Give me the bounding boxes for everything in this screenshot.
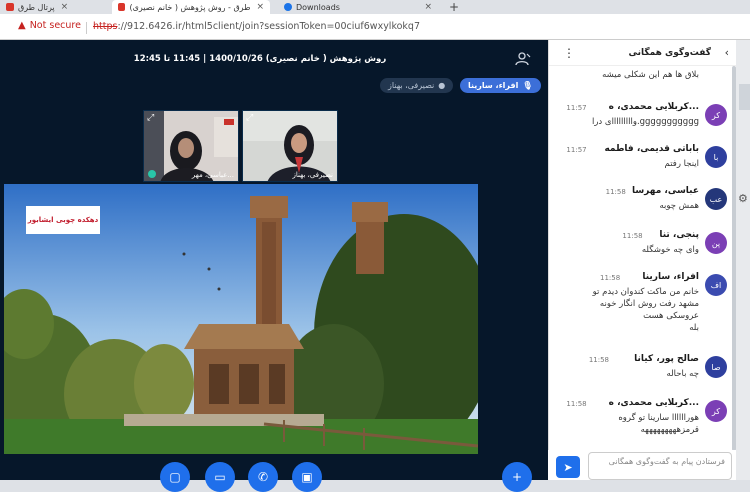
side-panel-item[interactable] xyxy=(739,84,750,110)
message-text: هوراااااا سارینا تو گروه xyxy=(618,413,699,423)
close-icon[interactable]: × xyxy=(61,2,69,12)
more-options-icon[interactable]: ⋮ xyxy=(563,46,575,60)
close-icon[interactable]: × xyxy=(424,2,432,12)
users-icon[interactable] xyxy=(515,52,531,66)
message-sender: پنجی، تنا xyxy=(659,230,699,240)
screen-button[interactable]: ▣ xyxy=(292,462,322,492)
message-sender: صالح پور، کیانا xyxy=(634,354,699,364)
tab-label: Downloads xyxy=(296,2,340,12)
url-field[interactable]: https://912.6426.ir/html5client/join?ses… xyxy=(93,21,420,32)
mic-icon: ● xyxy=(438,81,446,90)
webcam-name: عباسی، مهر... xyxy=(191,171,234,179)
meeting-title: روش پژوهش ( خانم نصیری) 1400/10/26 | 11:… xyxy=(133,54,387,64)
mic-icon: 🎙 xyxy=(522,81,533,90)
send-button[interactable]: ➤ xyxy=(556,456,580,478)
message-text: خانم من ماکت کندوان دیدم تو xyxy=(592,287,699,297)
webcam-tile[interactable]: ⤢ عباسی، مهر... xyxy=(143,110,239,182)
talking-name: نصیرفی، بهناز xyxy=(388,81,435,90)
message-sender: عباسی، مهرسا xyxy=(631,186,699,196)
chat-title: گفت‌وگوی همگانی xyxy=(628,48,711,58)
message-time: 11:58 xyxy=(566,400,587,408)
message-time: 11:57 xyxy=(566,104,587,112)
gear-icon[interactable]: ⚙ xyxy=(738,192,748,205)
tab-label: پرتال طرق xyxy=(18,2,55,12)
avatar: کر xyxy=(705,400,727,422)
tab-downloads[interactable]: Downloads × xyxy=(278,0,438,14)
message-time: 11:58 xyxy=(600,274,621,282)
screenshare-watermark: دهکده چوبی ایشابور xyxy=(26,206,100,234)
chat-panel: ⋮ گفت‌وگوی همگانی ‹ بلاق ها هم این شکلی … xyxy=(548,40,737,480)
avatar: صا xyxy=(705,356,727,378)
message-text: بلاق ها هم این شکلی میشه xyxy=(602,70,699,80)
url-text: ://912.6426.ir/html5client/join?sessionT… xyxy=(117,21,421,32)
chat-messages: بلاق ها هم این شکلی میشه کر کربلایی محمدی،… xyxy=(549,66,733,448)
message-sender: کربلایی محمدی، ه... xyxy=(608,398,699,408)
mic-button[interactable]: ▢ xyxy=(160,462,190,492)
avatar: کر xyxy=(705,104,727,126)
browser-side-panel: ⚙ xyxy=(736,40,750,480)
message-text: قرمزهههههههههه xyxy=(640,425,699,435)
message-time: 11:58 xyxy=(622,232,643,240)
message-text: وااااااااای درا.ggggggggggg xyxy=(591,117,699,127)
message-sender: باباتی قدیمی، فاطمه xyxy=(604,144,699,154)
message-text: وای چه خوشگله xyxy=(641,245,699,255)
chat-input[interactable]: فرستادن پیام به گفت‌وگوی همگانی xyxy=(588,452,732,480)
security-indicator[interactable]: ▲ Not secure xyxy=(18,20,81,31)
expand-icon[interactable]: ⤢ xyxy=(147,113,154,123)
tab-label: طرق - روش پژوهش ( خانم نصیری) xyxy=(129,2,251,12)
add-button[interactable]: + xyxy=(502,462,532,492)
talking-name: افراء، سارینا xyxy=(468,81,519,90)
webcam-tile[interactable]: ⤢ نصیرفی، بهناز xyxy=(242,110,338,182)
url-scheme: https xyxy=(93,21,118,32)
talking-indicator: نصیرفی، بهناز ● xyxy=(380,78,454,93)
warning-icon: ▲ xyxy=(18,20,26,31)
avatar: پن xyxy=(705,232,727,254)
talking-indicator: افراء، سارینا 🎙 xyxy=(460,78,541,93)
avatar: عب xyxy=(705,188,727,210)
message-text: عروسکی هست xyxy=(643,311,699,321)
message-time: 11:58 xyxy=(588,356,609,364)
new-tab-button[interactable]: + xyxy=(444,0,464,14)
address-bar: ▲ Not secure https://912.6426.ir/html5cl… xyxy=(0,14,750,40)
security-text: Not secure xyxy=(29,20,81,31)
divider xyxy=(86,22,87,34)
close-icon[interactable]: × xyxy=(256,2,264,12)
webcam-name: نصیرفی، بهناز xyxy=(292,171,333,179)
message-time: 11:57 xyxy=(566,146,587,154)
chevron-left-icon[interactable]: ‹ xyxy=(725,46,729,59)
tab-favicon-icon xyxy=(6,3,14,11)
message-text: همش چوبه xyxy=(659,201,699,211)
message-text: اینجا رفتم xyxy=(664,159,699,169)
screenshare-view[interactable]: دهکده چوبی ایشابور xyxy=(4,184,478,454)
message-text: چه باحاله xyxy=(666,369,699,379)
download-icon xyxy=(284,3,292,11)
expand-icon[interactable]: ⤢ xyxy=(246,113,253,123)
tab-meeting[interactable]: طرق - روش پژوهش ( خانم نصیری) × xyxy=(112,0,270,14)
phone-button[interactable]: ✆ xyxy=(248,462,278,492)
message-text: مشهد رفت روش انگار خونه xyxy=(599,299,699,309)
chat-header: ⋮ گفت‌وگوی همگانی ‹ xyxy=(549,40,737,66)
message-time: 11:58 xyxy=(605,188,626,196)
meeting-area: روش پژوهش ( خانم نصیری) 1400/10/26 | 11:… xyxy=(0,40,548,492)
avatar: اف xyxy=(705,274,727,296)
tab-portal[interactable]: پرتال طرق × xyxy=(0,0,108,14)
avatar: با xyxy=(705,146,727,168)
chat-composer: ➤ فرستادن پیام به گفت‌وگوی همگانی xyxy=(548,450,736,480)
tab-favicon-icon xyxy=(118,3,126,11)
message-text: بله xyxy=(689,323,699,333)
browser-tab-bar: پرتال طرق × طرق - روش پژوهش ( خانم نصیری… xyxy=(0,0,750,14)
message-sender: کربلایی محمدی، ه... xyxy=(608,102,699,112)
message-sender: افراء، سارینا xyxy=(642,272,699,282)
camera-button[interactable]: ▭ xyxy=(205,462,235,492)
